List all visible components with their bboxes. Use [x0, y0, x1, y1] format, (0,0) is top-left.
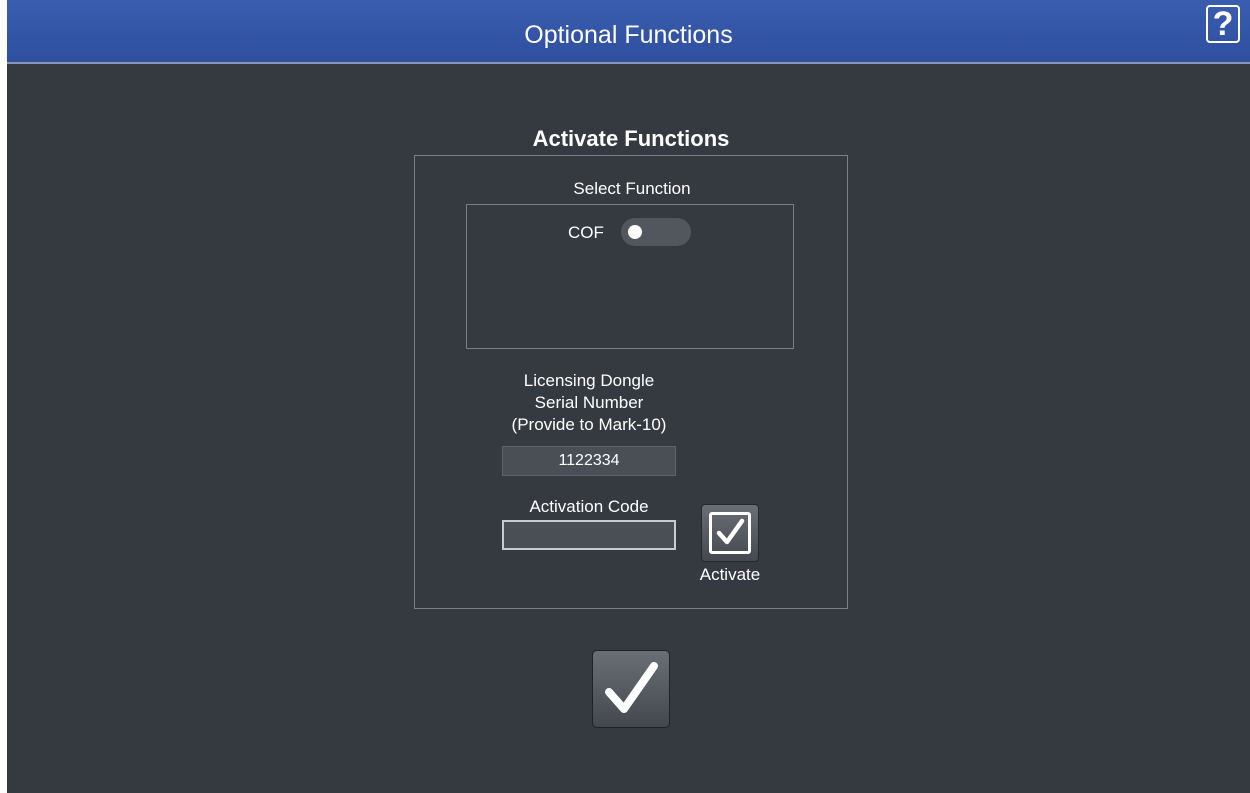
dongle-label-line1: Licensing Dongle	[523, 371, 655, 390]
ok-button[interactable]	[592, 650, 670, 728]
activate-button-label: Activate	[699, 565, 761, 584]
select-function-label: Select Function	[573, 179, 691, 198]
serial-number-field: 1122334	[502, 446, 676, 476]
help-button[interactable]: ?	[1206, 5, 1240, 43]
title-bar: Optional Functions ?	[7, 0, 1250, 64]
function-list: COF	[466, 204, 794, 349]
cof-label: COF	[568, 223, 604, 242]
activation-code-input[interactable]	[502, 520, 676, 550]
activate-functions-panel: Select Function COF Licensing Dongle Ser…	[414, 155, 848, 609]
toggle-knob	[628, 225, 642, 239]
checkmark-icon	[605, 662, 658, 713]
optional-functions-window: Optional Functions ? Activate Functions …	[7, 0, 1250, 793]
cof-toggle[interactable]	[621, 218, 691, 246]
dongle-label-line2: Serial Number	[534, 393, 644, 412]
activate-button[interactable]	[701, 504, 759, 562]
dongle-label-line3: (Provide to Mark-10)	[511, 415, 667, 434]
question-mark-icon: ?	[1212, 5, 1234, 43]
window-title: Optional Functions	[524, 21, 733, 49]
checkbox-check-icon	[709, 512, 751, 554]
section-title: Activate Functions	[532, 126, 730, 151]
